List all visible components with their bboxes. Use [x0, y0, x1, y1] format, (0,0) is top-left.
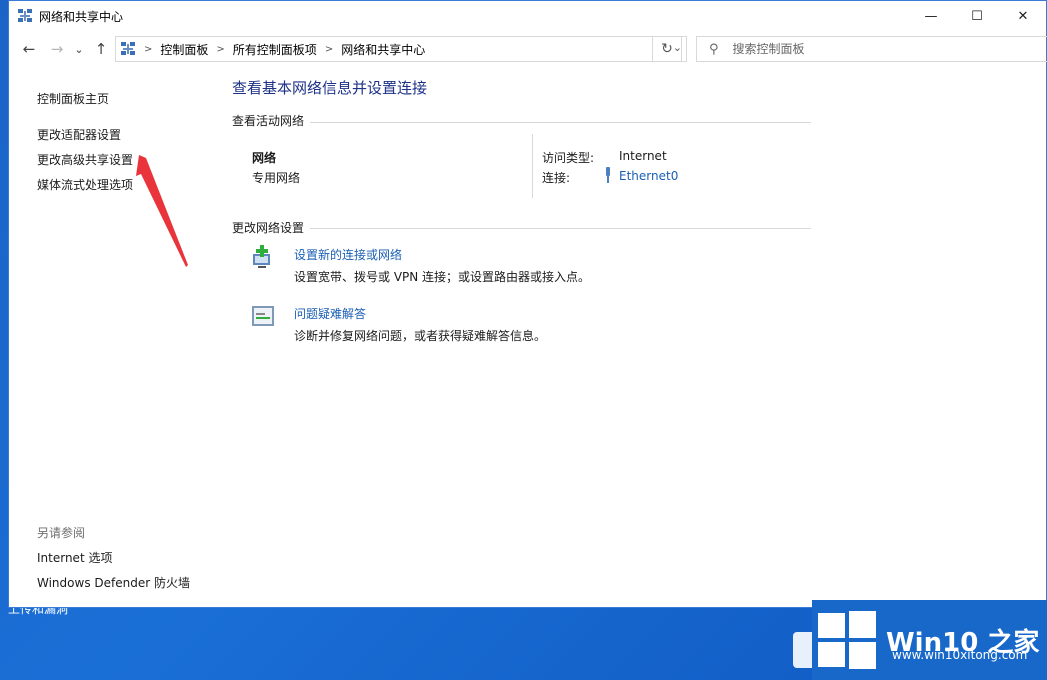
- windows-logo-icon: [818, 611, 876, 669]
- annotation-arrow: [136, 155, 188, 267]
- watermark-logo: Win10 之家 www.win10xitong.com: [812, 600, 1047, 680]
- watermark-url: www.win10xitong.com: [892, 648, 1028, 662]
- red-arrow-icon: [136, 155, 188, 267]
